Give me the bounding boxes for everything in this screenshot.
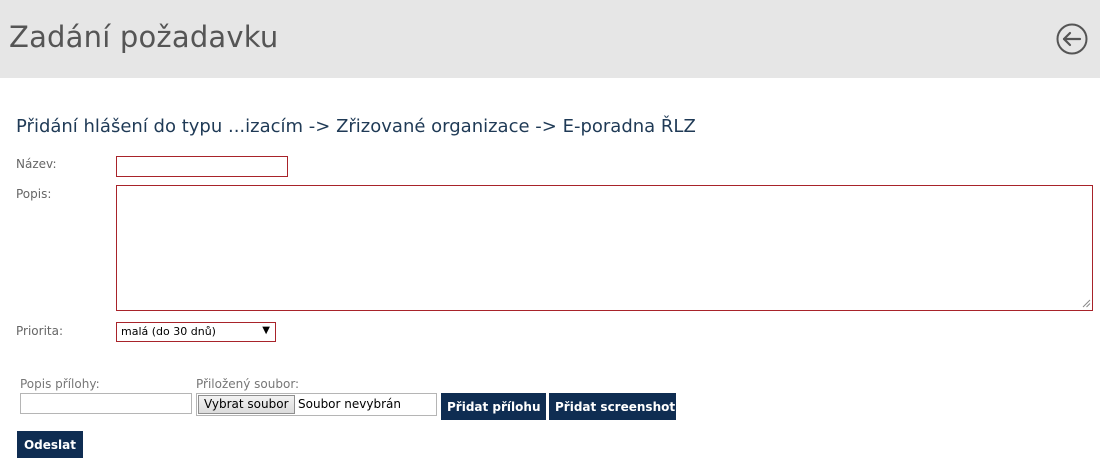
name-input[interactable] (116, 156, 288, 177)
description-textarea[interactable] (116, 185, 1093, 311)
form-heading: Přidání hlášení do typu ...izacím -> Zři… (16, 116, 696, 137)
page-title: Zadání požadavku (9, 20, 279, 54)
add-attachment-button[interactable]: Přidat přílohu (441, 393, 546, 420)
attachment-description-label: Popis přílohy: (20, 377, 100, 391)
attachment-description-input[interactable] (20, 393, 192, 414)
attached-file-label: Přiložený soubor: (196, 377, 300, 391)
priority-select[interactable]: malá (do 30 dnů) ▼ (116, 322, 276, 342)
priority-selected-value: malá (do 30 dnů) (121, 325, 216, 338)
circle-arrow-left-icon (1056, 23, 1088, 55)
priority-label: Priorita: (16, 324, 64, 338)
back-button[interactable] (1056, 23, 1088, 55)
page-header: Zadání požadavku (0, 0, 1100, 78)
choose-file-button[interactable]: Vybrat soubor (198, 395, 295, 414)
description-label: Popis: (16, 187, 52, 201)
dropdown-arrow-icon: ▼ (262, 325, 270, 336)
add-screenshot-button[interactable]: Přidat screenshot (549, 393, 676, 420)
file-status-text: Soubor nevybrán (298, 397, 401, 411)
submit-button[interactable]: Odeslat (17, 431, 83, 458)
name-label: Název: (16, 157, 57, 171)
file-picker: Vybrat soubor Soubor nevybrán (196, 393, 437, 416)
